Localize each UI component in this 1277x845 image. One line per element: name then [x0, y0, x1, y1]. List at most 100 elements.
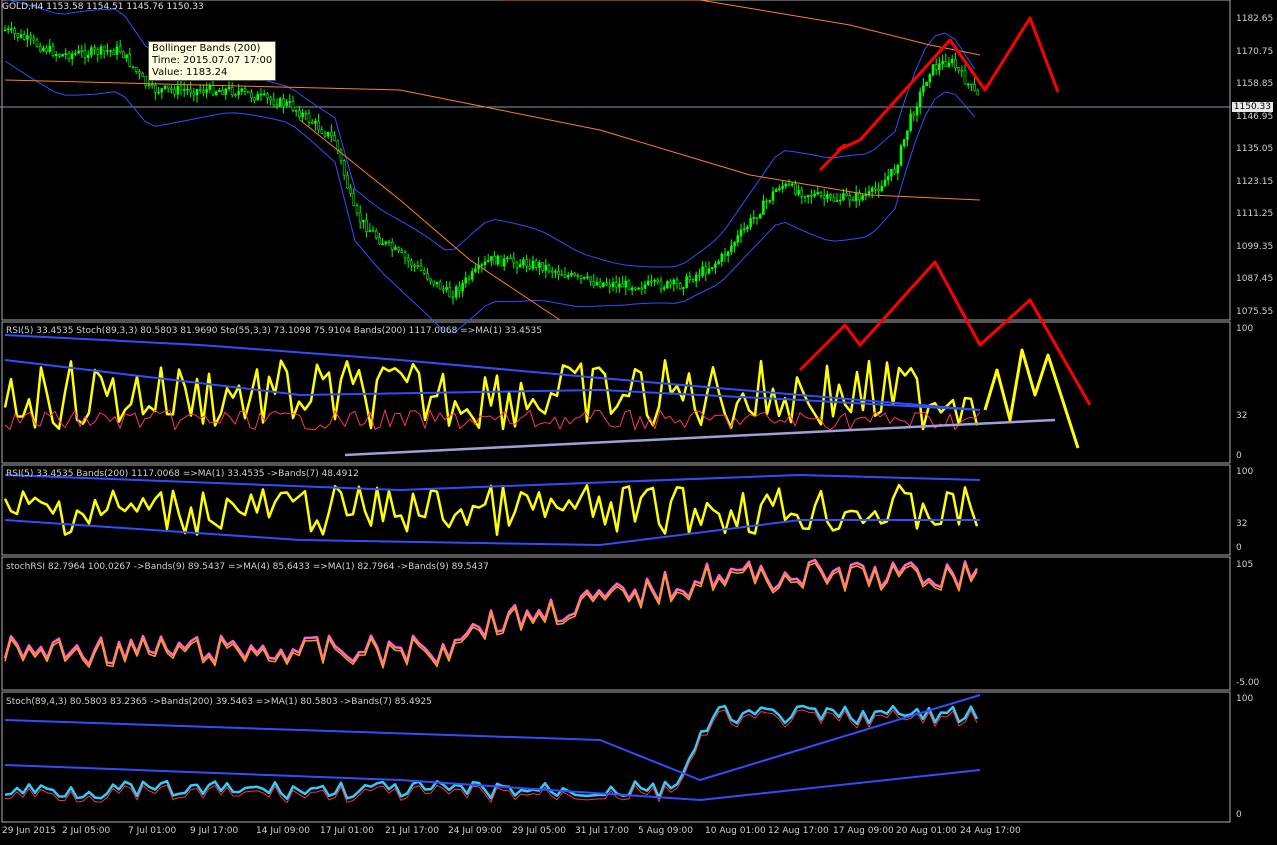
candle — [541, 262, 544, 271]
candle — [698, 274, 701, 277]
candle — [304, 112, 308, 115]
candle — [797, 190, 800, 195]
candle — [886, 176, 890, 181]
candle — [192, 92, 196, 96]
candle — [861, 195, 864, 200]
candle — [464, 277, 468, 284]
candle — [6, 28, 10, 31]
candle — [179, 85, 183, 91]
candle — [182, 89, 186, 91]
candle — [493, 256, 496, 265]
candle — [374, 230, 378, 238]
candle — [774, 189, 778, 192]
candle — [157, 91, 160, 94]
candle — [582, 276, 586, 279]
candle — [592, 281, 596, 286]
candle — [624, 280, 628, 288]
candle — [432, 280, 436, 285]
time-axis-label: 29 Jul 05:00 — [512, 826, 566, 836]
candle — [784, 183, 788, 187]
candle — [694, 274, 698, 282]
candle — [707, 268, 711, 274]
candle — [384, 241, 388, 245]
rsi-axis-label: 32 — [1236, 411, 1248, 421]
rsi-line — [3, 358, 979, 431]
candle — [726, 251, 730, 257]
candle — [701, 266, 704, 276]
candle — [755, 217, 759, 219]
candle — [26, 35, 29, 40]
candle — [326, 131, 330, 137]
candle — [48, 45, 52, 52]
candle — [950, 59, 954, 64]
candle — [38, 45, 42, 52]
candle — [490, 256, 493, 261]
candle — [525, 259, 528, 267]
candle — [234, 94, 237, 96]
candle — [99, 46, 103, 55]
candle — [893, 169, 896, 174]
candle — [138, 71, 141, 74]
pane-frame — [1, 556, 1231, 691]
forecast-arrow-yellow — [983, 348, 1080, 449]
candle — [80, 50, 84, 53]
candle — [32, 37, 36, 41]
candle — [131, 66, 135, 68]
candle — [502, 258, 506, 267]
candle — [83, 50, 87, 58]
candle — [262, 93, 266, 96]
candle — [803, 196, 807, 198]
candle — [227, 87, 231, 90]
candle — [390, 242, 394, 250]
candle — [387, 241, 391, 244]
candle — [877, 189, 880, 192]
candle — [442, 288, 445, 291]
candle — [966, 83, 970, 86]
candle — [941, 61, 944, 65]
candle — [762, 200, 765, 215]
candle — [614, 282, 618, 288]
stochrsi-axis-label: -5.00 — [1236, 678, 1260, 688]
candle — [822, 195, 826, 199]
candle — [733, 242, 736, 247]
time-axis-label: 21 Jul 17:00 — [385, 826, 439, 836]
candle — [656, 279, 660, 282]
candle — [278, 98, 282, 107]
candle — [605, 282, 608, 285]
candle — [205, 89, 208, 93]
stoch-band-upper — [4, 694, 981, 781]
candle — [250, 92, 253, 99]
pane-frame — [1, 691, 1231, 823]
candle — [819, 192, 823, 197]
candle — [544, 265, 548, 271]
rsi2-axis-label: 0 — [1236, 543, 1242, 553]
candle — [787, 183, 791, 186]
candle — [42, 47, 45, 52]
candle — [896, 165, 900, 174]
chart-canvas — [0, 0, 1231, 823]
candle — [928, 74, 932, 83]
candle — [970, 83, 973, 86]
candle — [198, 89, 202, 91]
candle — [317, 120, 320, 131]
candle — [848, 195, 852, 201]
candle — [224, 88, 228, 95]
time-axis-label: 14 Jul 09:00 — [256, 826, 310, 836]
candle — [397, 247, 400, 251]
candle — [957, 67, 960, 71]
candle — [102, 46, 106, 52]
candle — [438, 281, 442, 290]
candle — [349, 187, 352, 194]
candle — [736, 235, 740, 243]
rsi2-axis-label: 100 — [1236, 467, 1254, 477]
candle — [682, 287, 685, 289]
stoch-axis-label: 100 — [1236, 694, 1254, 704]
candle — [912, 113, 916, 116]
candle — [16, 33, 20, 38]
candle — [675, 279, 679, 284]
candle — [458, 286, 461, 292]
candle — [29, 35, 32, 39]
candle — [499, 255, 503, 267]
candle — [202, 90, 205, 93]
candle — [550, 270, 554, 273]
